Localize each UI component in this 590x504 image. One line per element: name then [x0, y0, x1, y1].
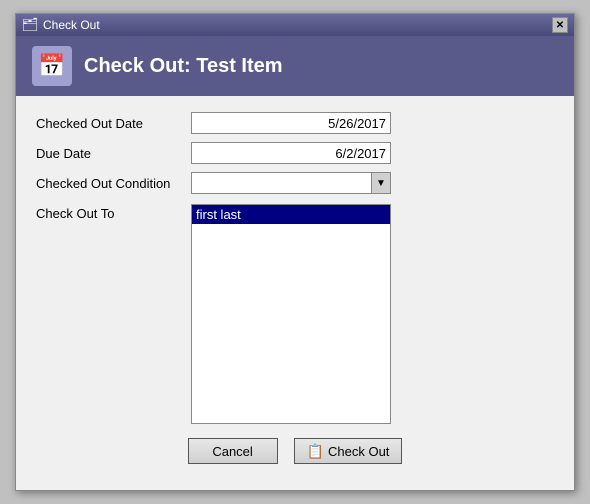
cancel-button[interactable]: Cancel — [188, 438, 278, 464]
button-row: Cancel 📋 Check Out — [36, 424, 554, 474]
dialog-title: Check Out: Test Item — [84, 55, 283, 78]
title-bar-text: Check Out — [43, 18, 100, 32]
condition-select-wrapper: Good Fair Poor Damaged ▼ — [191, 172, 391, 194]
checkout-to-label: Check Out To — [36, 204, 191, 424]
close-button[interactable]: ✕ — [552, 17, 568, 33]
checked-out-date-row: Checked Out Date — [36, 112, 554, 134]
checkout-label: Check Out — [328, 444, 389, 459]
checkout-to-section: Check Out To first last — [36, 204, 554, 424]
header-icon: 📅 — [32, 46, 72, 86]
dialog-header: 📅 Check Out: Test Item — [16, 36, 574, 96]
condition-select[interactable]: Good Fair Poor Damaged — [191, 172, 391, 194]
checkout-to-list[interactable]: first last — [191, 204, 391, 424]
cancel-label: Cancel — [212, 444, 252, 459]
condition-row: Checked Out Condition Good Fair Poor Dam… — [36, 172, 554, 194]
checkout-dialog: 🗂 Check Out ✕ 📅 Check Out: Test Item Che… — [15, 13, 575, 491]
title-bar: 🗂 Check Out ✕ — [16, 14, 574, 36]
form-content: Checked Out Date Due Date Checked Out Co… — [16, 96, 574, 490]
checkout-icon: 📋 — [307, 443, 324, 460]
title-bar-left: 🗂 Check Out — [22, 17, 100, 33]
due-date-label: Due Date — [36, 146, 191, 161]
checked-out-date-label: Checked Out Date — [36, 116, 191, 131]
checkout-to-item[interactable]: first last — [192, 205, 390, 224]
due-date-row: Due Date — [36, 142, 554, 164]
due-date-input[interactable] — [191, 142, 391, 164]
checked-out-date-input[interactable] — [191, 112, 391, 134]
condition-label: Checked Out Condition — [36, 176, 191, 191]
checkout-button[interactable]: 📋 Check Out — [294, 438, 403, 464]
window-icon: 🗂 — [22, 17, 38, 33]
